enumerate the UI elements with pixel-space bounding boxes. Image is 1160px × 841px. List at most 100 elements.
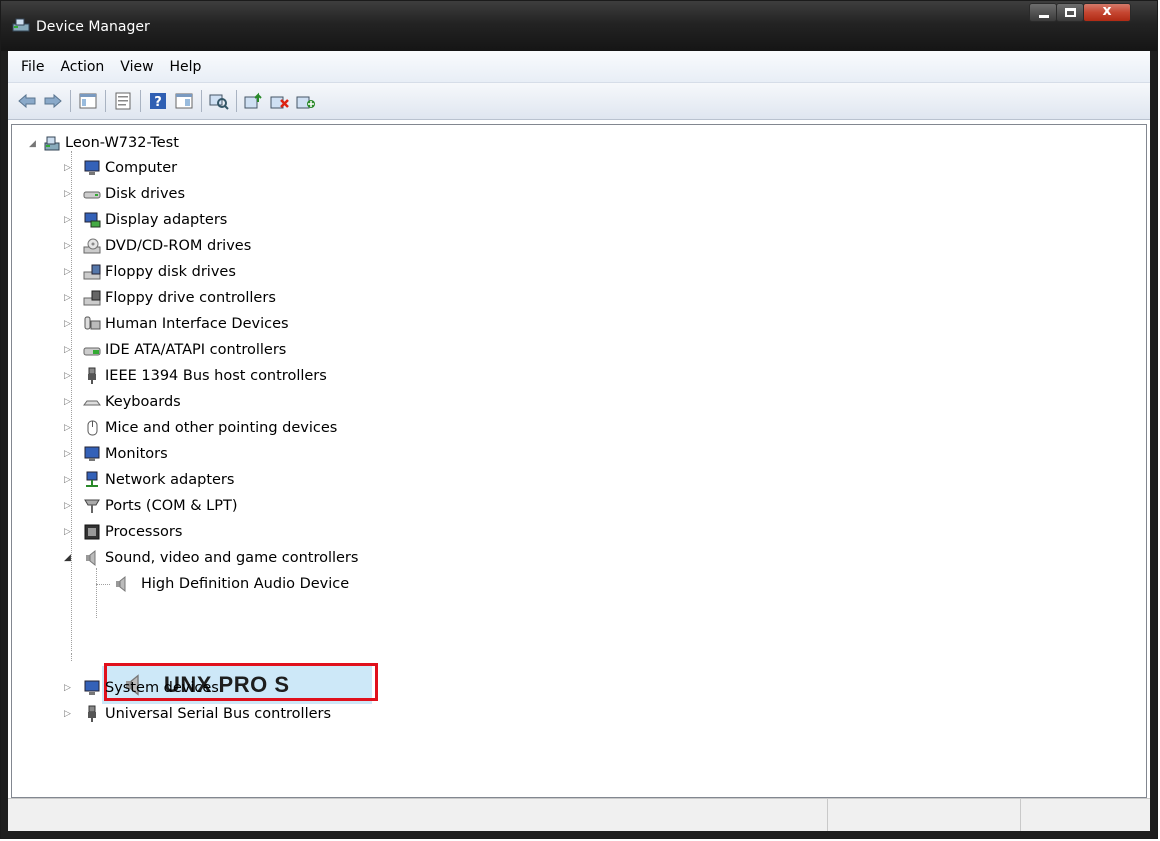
root-collapse-icon[interactable]: ◢ — [29, 140, 38, 149]
window-title: Device Manager — [36, 19, 150, 35]
tree-item-floppy-disk-drives[interactable]: ▷ Floppy disk drives — [64, 260, 236, 284]
floppy-drive-icon — [83, 264, 101, 280]
menu-help[interactable]: Help — [162, 59, 210, 75]
menu-view[interactable]: View — [112, 59, 161, 75]
tree-item-label: Human Interface Devices — [105, 316, 289, 332]
expand-icon[interactable]: ▷ — [64, 397, 73, 407]
speaker-icon — [86, 549, 96, 567]
tree-item-keyboards[interactable]: ▷ Keyboards — [64, 390, 181, 414]
update-driver-icon — [244, 92, 262, 109]
network-adapter-icon — [86, 471, 98, 487]
expand-icon[interactable]: ▷ — [64, 241, 73, 251]
usb-icon — [88, 705, 96, 722]
forward-icon — [44, 93, 62, 109]
status-pane-main — [8, 799, 827, 831]
tree-item-label: IEEE 1394 Bus host controllers — [105, 368, 327, 384]
back-button[interactable] — [16, 90, 38, 112]
expand-icon[interactable]: ▷ — [64, 475, 73, 485]
menu-file[interactable]: File — [13, 59, 52, 75]
tree-item-label: Mice and other pointing devices — [105, 420, 338, 436]
tree-item-sound-video-game[interactable]: ◢ Sound, video and game controllers — [64, 546, 358, 570]
console-tree-icon — [79, 93, 97, 109]
collapse-icon[interactable]: ◢ — [64, 553, 73, 563]
tree-guide-line — [96, 584, 110, 585]
tree-root-label: Leon-W732-Test — [65, 135, 179, 151]
tree-item-ports[interactable]: ▷ Ports (COM & LPT) — [64, 494, 237, 518]
expand-icon[interactable]: ▷ — [64, 163, 73, 173]
maximize-icon — [1065, 8, 1076, 17]
expand-icon[interactable]: ▷ — [64, 371, 73, 381]
enable-device-button[interactable] — [295, 90, 317, 112]
tree-item-display-adapters[interactable]: ▷ Display adapters — [64, 208, 227, 232]
toolbar-separator — [236, 90, 237, 112]
status-pane-3 — [1020, 799, 1150, 831]
toolbar-separator — [140, 90, 141, 112]
device-tree[interactable]: ◢ Leon-W732-Test ▷ Computer ▷ Disk drive… — [11, 124, 1147, 798]
tree-item-system-devices[interactable]: ▷ System devices — [64, 676, 219, 700]
keyboard-icon — [83, 400, 101, 406]
expand-icon[interactable]: ▷ — [64, 215, 73, 225]
forward-button[interactable] — [42, 90, 64, 112]
tree-item-human-interface-devices[interactable]: ▷ Human Interface Devices — [64, 312, 289, 336]
tree-item-label: Universal Serial Bus controllers — [105, 706, 332, 722]
tree-guide-line — [71, 653, 72, 661]
properties-icon — [115, 92, 131, 110]
minimize-button[interactable] — [1029, 3, 1057, 22]
close-button[interactable]: x — [1083, 3, 1131, 22]
tree-root[interactable]: Leon-W732-Test — [43, 131, 179, 155]
update-driver-button[interactable] — [243, 90, 265, 112]
expand-icon[interactable]: ▷ — [64, 423, 73, 433]
close-icon: x — [1102, 3, 1112, 19]
tree-item-network-adapters[interactable]: ▷ Network adapters — [64, 468, 234, 492]
tree-item-label: Network adapters — [105, 472, 235, 488]
expand-icon[interactable]: ▷ — [64, 267, 73, 277]
expand-icon[interactable]: ▷ — [64, 293, 73, 303]
scan-hardware-button[interactable] — [208, 90, 230, 112]
expand-icon[interactable]: ▷ — [64, 527, 73, 537]
view-button[interactable] — [173, 90, 195, 112]
tree-item-label: DVD/CD-ROM drives — [105, 238, 252, 254]
tree-item-mice[interactable]: ▷ Mice and other pointing devices — [64, 416, 337, 440]
status-bar — [8, 798, 1150, 831]
expand-icon[interactable]: ▷ — [64, 501, 73, 511]
tree-item-usb-controllers[interactable]: ▷ Universal Serial Bus controllers — [64, 702, 331, 726]
computer-network-icon — [44, 136, 60, 151]
expand-icon[interactable]: ▷ — [64, 709, 73, 719]
uninstall-button[interactable] — [269, 90, 291, 112]
tree-item-computer[interactable]: ▷ Computer — [64, 156, 177, 180]
tree-item-hd-audio-device[interactable]: High Definition Audio Device — [113, 572, 349, 596]
tree-item-monitors[interactable]: ▷ Monitors — [64, 442, 168, 466]
expand-icon[interactable]: ▷ — [64, 189, 73, 199]
tree-item-dvd-cdrom-drives[interactable]: ▷ DVD/CD-ROM drives — [64, 234, 251, 258]
tree-item-ide-ata-atapi-controllers[interactable]: ▷ IDE ATA/ATAPI controllers — [64, 338, 286, 362]
title-bar[interactable]: Device Manager x — [1, 1, 1157, 51]
tree-item-processors[interactable]: ▷ Processors — [64, 520, 182, 544]
properties-button[interactable] — [112, 90, 134, 112]
tree-item-disk-drives[interactable]: ▷ Disk drives — [64, 182, 185, 206]
expand-icon[interactable]: ▷ — [64, 345, 73, 355]
tree-item-floppy-drive-controllers[interactable]: ▷ Floppy drive controllers — [64, 286, 276, 310]
processor-icon — [84, 524, 100, 540]
expand-icon[interactable]: ▷ — [64, 683, 73, 693]
tree-item-label: System devices — [105, 680, 219, 696]
computer-icon — [84, 160, 100, 175]
show-hide-tree-button[interactable] — [77, 90, 99, 112]
menu-action[interactable]: Action — [52, 59, 112, 75]
tree-guide-line — [96, 568, 97, 618]
tree-item-label: High Definition Audio Device — [141, 576, 350, 592]
maximize-button[interactable] — [1056, 3, 1084, 22]
scan-hardware-icon — [209, 94, 229, 110]
dvd-drive-icon — [83, 238, 101, 254]
monitor-icon — [84, 446, 100, 461]
display-adapter-icon — [84, 212, 101, 228]
view-icon — [175, 93, 193, 109]
uninstall-icon — [270, 96, 289, 109]
back-icon — [18, 93, 36, 109]
expand-icon[interactable]: ▷ — [64, 319, 73, 329]
tree-item-ieee-1394-controllers[interactable]: ▷ IEEE 1394 Bus host controllers — [64, 364, 327, 388]
firewire-icon — [88, 367, 96, 384]
help-button[interactable]: ? — [147, 90, 169, 112]
tree-item-label: Processors — [105, 524, 183, 540]
expand-icon[interactable]: ▷ — [64, 449, 73, 459]
tree-item-label: Sound, video and game controllers — [105, 550, 359, 566]
